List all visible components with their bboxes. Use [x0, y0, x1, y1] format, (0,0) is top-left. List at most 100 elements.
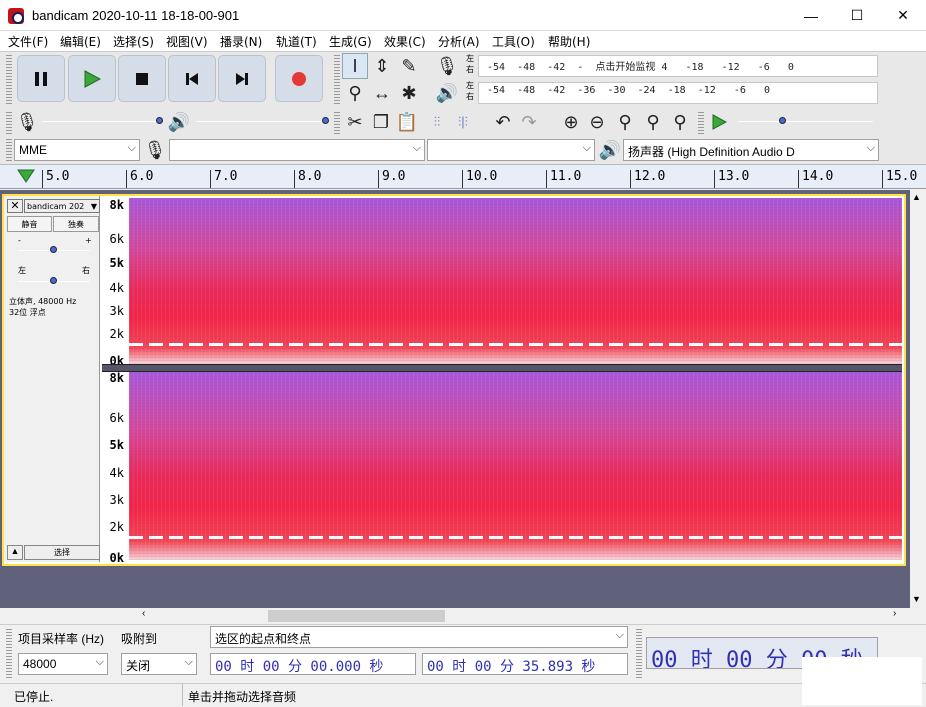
- copy-icon[interactable]: ❐: [368, 109, 394, 135]
- spectrogram-right-texture: [129, 372, 902, 560]
- fit-project-icon[interactable]: ⚲: [640, 109, 666, 135]
- minimize-button[interactable]: —: [788, 0, 834, 31]
- record-meter-right-label: 右: [466, 65, 474, 74]
- menu-tools[interactable]: 工具(O): [492, 33, 535, 50]
- toolbar-grip[interactable]: [6, 110, 12, 134]
- redo-icon[interactable]: ↷: [516, 109, 542, 135]
- mute-button[interactable]: 静音: [7, 216, 52, 232]
- solo-button[interactable]: 独奏: [53, 216, 99, 232]
- play-button[interactable]: [68, 55, 116, 102]
- vertical-scrollbar[interactable]: [910, 190, 926, 608]
- toolbar-grip[interactable]: [334, 110, 340, 134]
- menu-select[interactable]: 选择(S): [113, 33, 154, 50]
- record-meter[interactable]: -54 -48 -42 - 点击开始监视 4 -18 -12 -6 0: [478, 55, 878, 77]
- menu-analyze[interactable]: 分析(A): [438, 33, 480, 50]
- chevron-down-icon: ⌵: [582, 142, 591, 154]
- multi-tool-icon[interactable]: ✱: [396, 80, 422, 106]
- play-at-speed-button[interactable]: [706, 109, 732, 135]
- stop-button[interactable]: [118, 55, 166, 102]
- zoom-out-icon[interactable]: ⊖: [584, 109, 610, 135]
- menu-help[interactable]: 帮助(H): [548, 33, 590, 50]
- selection-tool-icon[interactable]: I: [342, 53, 368, 79]
- chevron-down-icon: ⌵: [127, 142, 136, 154]
- play-speed-knob[interactable]: [779, 117, 786, 124]
- selection-end-time[interactable]: 00 时 00 分 35.893 秒: [422, 653, 628, 675]
- timeshift-tool-icon[interactable]: ↔: [369, 80, 395, 106]
- record-meter-left-label: 左: [466, 54, 474, 63]
- paste-icon[interactable]: 📋: [394, 109, 420, 135]
- record-device-select[interactable]: ⌵: [169, 139, 425, 161]
- toolbar-grip[interactable]: [6, 628, 12, 678]
- scroll-right-icon[interactable]: ›: [893, 608, 896, 619]
- scroll-left-icon[interactable]: ‹: [142, 608, 145, 619]
- chevron-down-icon: ⌵: [95, 656, 104, 668]
- selection-mode-value: 选区的起点和终点: [215, 632, 312, 646]
- select-track-button[interactable]: 选择: [24, 545, 100, 560]
- ruler-tick-mark: [630, 170, 631, 188]
- envelope-tool-icon[interactable]: ⇕: [369, 53, 395, 79]
- pause-button[interactable]: [17, 55, 65, 102]
- record-device-icon: 🎙: [143, 139, 167, 160]
- pause-icon: [35, 71, 47, 86]
- ruler-tick-label: 5.0: [46, 169, 70, 184]
- status-state: 已停止.: [14, 690, 54, 704]
- toolbar-grip[interactable]: [6, 55, 12, 104]
- record-volume-knob[interactable]: [156, 117, 163, 124]
- horizontal-scroll-thumb[interactable]: [268, 610, 445, 622]
- menu-transport[interactable]: 播录(N): [220, 33, 262, 50]
- undo-icon[interactable]: ↶: [490, 109, 516, 135]
- draw-tool-icon[interactable]: ✎: [396, 53, 422, 79]
- skip-start-button[interactable]: [168, 55, 216, 102]
- menu-edit[interactable]: 编辑(E): [60, 33, 101, 50]
- horizontal-scrollbar[interactable]: [0, 608, 910, 624]
- selection-mode-select[interactable]: 选区的起点和终点 ⌵: [210, 626, 628, 648]
- snap-to-value: 关闭: [126, 659, 151, 673]
- close-button[interactable]: ✕: [880, 0, 926, 31]
- menu-file[interactable]: 文件(F): [8, 33, 48, 50]
- fit-selection-icon[interactable]: ⚲: [612, 109, 638, 135]
- silence-icon[interactable]: ⫶|⫶: [450, 109, 476, 135]
- menu-view[interactable]: 视图(V): [166, 33, 208, 50]
- speaker-icon[interactable]: 🔊: [434, 80, 460, 106]
- scroll-down-icon[interactable]: ▼: [912, 594, 921, 604]
- audio-host-select[interactable]: MME ⌵: [14, 139, 140, 161]
- play-speed-slider[interactable]: [738, 121, 873, 122]
- frequency-label: 3k: [109, 493, 124, 507]
- skip-start-icon: [186, 72, 198, 85]
- cut-icon[interactable]: ✂: [342, 109, 368, 135]
- skip-end-button[interactable]: [218, 55, 266, 102]
- project-rate-select[interactable]: 48000 ⌵: [18, 653, 108, 675]
- record-button[interactable]: [275, 55, 323, 102]
- menu-tracks[interactable]: 轨道(T): [276, 33, 317, 50]
- track-format-bits: 32位 浮点: [9, 308, 46, 317]
- status-divider: [182, 684, 183, 706]
- record-channels-select[interactable]: ⌵: [427, 139, 595, 161]
- playback-device-select[interactable]: 扬声器 (High Definition Audio D ⌵: [623, 139, 879, 161]
- track-name-menu[interactable]: bandicam 202 ▼: [24, 199, 100, 213]
- menu-effect[interactable]: 效果(C): [384, 33, 426, 50]
- close-track-icon[interactable]: ✕: [7, 199, 23, 213]
- snap-to-select[interactable]: 关闭 ⌵: [121, 653, 197, 675]
- toolbar-grip[interactable]: [698, 110, 704, 134]
- playback-volume-knob[interactable]: [322, 117, 329, 124]
- menu-generate[interactable]: 生成(G): [329, 33, 372, 50]
- toolbar-grip[interactable]: [334, 55, 340, 104]
- microphone-icon[interactable]: 🎙: [434, 53, 460, 79]
- trim-icon[interactable]: ⫶⫶: [424, 109, 450, 135]
- pan-knob[interactable]: [50, 277, 57, 284]
- maximize-button[interactable]: ☐: [834, 0, 880, 31]
- zoom-in-icon[interactable]: ⊕: [558, 109, 584, 135]
- scroll-up-icon[interactable]: ▲: [912, 192, 921, 202]
- gain-knob[interactable]: [50, 246, 57, 253]
- zoom-toggle-icon[interactable]: ⚲: [667, 109, 693, 135]
- toolbar-grip[interactable]: [6, 139, 12, 161]
- ruler-tick-label: 13.0: [718, 169, 750, 184]
- zoom-tool-icon[interactable]: ⚲: [342, 80, 368, 106]
- playback-volume-slider[interactable]: [196, 121, 326, 122]
- collapse-track-icon[interactable]: ▲: [7, 545, 23, 560]
- play-head-icon[interactable]: [16, 168, 36, 186]
- record-volume-slider[interactable]: [42, 121, 162, 122]
- selection-start-time[interactable]: 00 时 00 分 00.000 秒: [210, 653, 416, 675]
- playback-meter[interactable]: -54 -48 -42 -36 -30 -24 -18 -12 -6 0: [478, 82, 878, 104]
- toolbar-grip[interactable]: [636, 628, 642, 678]
